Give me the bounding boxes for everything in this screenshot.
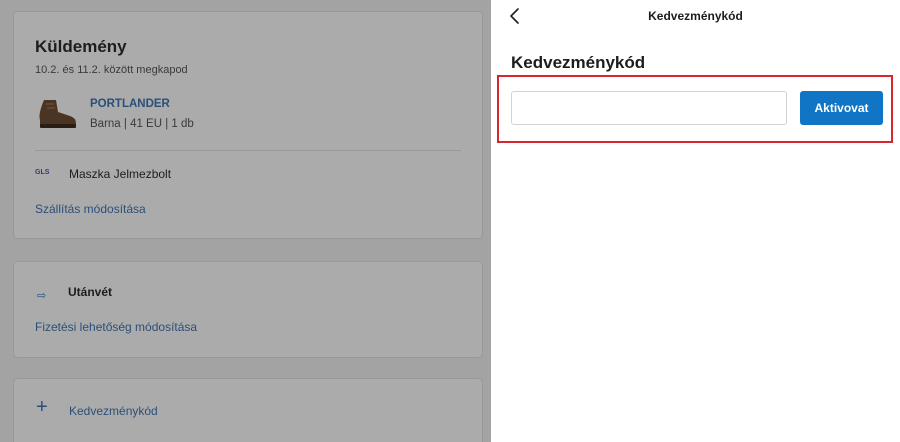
delivery-estimate: 10.2. és 11.2. között megkapod [35,64,188,76]
boot-product-image [39,100,76,128]
divider [35,150,461,151]
panel-header-title: Kedvezménykód [648,9,743,23]
shipment-title: Küldemény [35,37,127,56]
cash-on-delivery-icon: ⇨ [37,290,47,302]
coupon-card[interactable]: + Kedvezménykód [13,378,483,442]
coupon-code-input[interactable] [511,91,787,125]
change-payment-link[interactable]: Fizetési lehetőség módosítása [35,320,197,334]
activate-button[interactable]: Aktivovat [800,91,883,125]
plus-icon: + [36,396,48,418]
payment-method-title: Utánvét [68,285,113,299]
product-name-link[interactable]: PORTLANDER [90,98,170,110]
gls-icon: GLS [35,169,50,176]
panel-title: Kedvezménykód [511,53,646,72]
carrier-name: Maszka Jelmezbolt [69,167,172,181]
shipment-card: Küldemény 10.2. és 11.2. között megkapod… [13,11,483,239]
change-shipping-link[interactable]: Szállítás módosítása [35,202,146,216]
payment-card: ⇨ Utánvét Fizetési lehetőség módosítása [13,261,483,358]
product-meta: Barna | 41 EU | 1 db [90,118,194,130]
checkout-page-background: Küldemény 10.2. és 11.2. között megkapod… [0,0,491,442]
coupon-link[interactable]: Kedvezménykód [69,404,158,418]
coupon-panel: Kedvezménykód Kedvezménykód Aktivovat [491,0,900,442]
